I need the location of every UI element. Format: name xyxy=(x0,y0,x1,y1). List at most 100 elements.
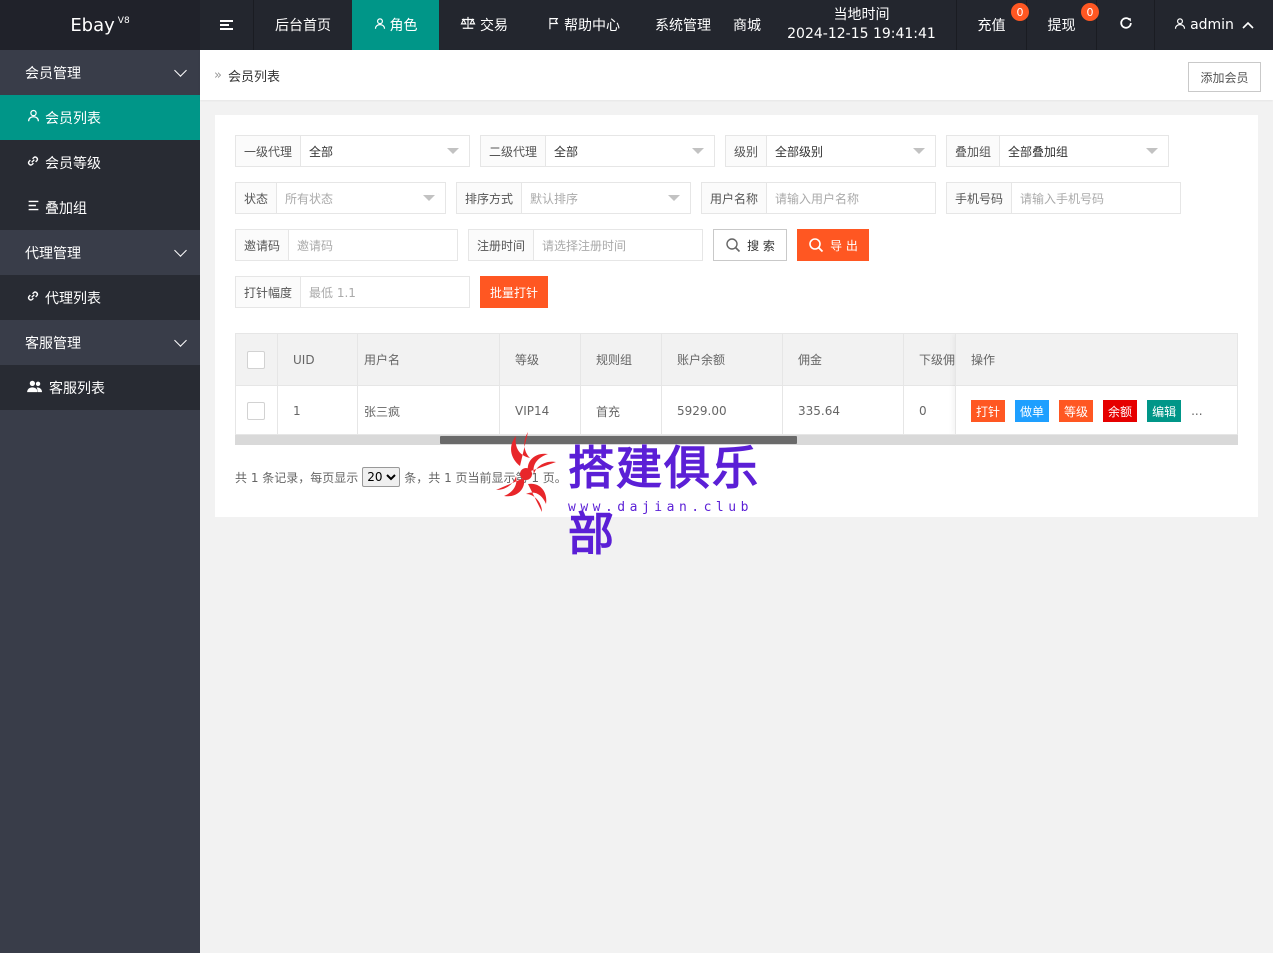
nav-roles[interactable]: 角色 xyxy=(352,0,439,50)
user-menu[interactable]: admin xyxy=(1155,0,1273,50)
column-header-uid: UID xyxy=(278,334,358,385)
cell-commission: 335.64 xyxy=(783,386,904,434)
chevron-down-icon xyxy=(174,63,187,77)
level-action-button[interactable]: 等级 xyxy=(1059,400,1094,422)
menu-toggle-icon xyxy=(220,18,233,32)
refresh-button[interactable] xyxy=(1097,0,1155,50)
agent2-select[interactable]: 二级代理 全部 xyxy=(480,135,715,167)
row-checkbox[interactable] xyxy=(247,402,265,420)
status-placeholder: 所有状态 xyxy=(285,191,334,206)
sort-select[interactable]: 排序方式 默认排序 xyxy=(456,182,691,214)
status-select[interactable]: 状态 所有状态 xyxy=(235,182,446,214)
link-icon xyxy=(25,289,41,307)
nav-trade[interactable]: 交易 xyxy=(439,0,529,50)
username-field[interactable]: 用户名称 请输入用户名称 xyxy=(701,182,936,214)
column-header-level: 等级 xyxy=(500,334,581,385)
clock-label: 当地时间 xyxy=(833,7,890,23)
recharge-button[interactable]: 充值 0 xyxy=(957,0,1029,50)
punch-range-input[interactable]: 最低 1.1 xyxy=(301,277,469,307)
chevron-down-icon xyxy=(174,243,187,257)
table-horizontal-scrollbar[interactable] xyxy=(235,435,1238,445)
chevron-down-icon xyxy=(174,333,187,347)
agent1-label: 一级代理 xyxy=(236,136,302,166)
batch-punch-button[interactable]: 批量打针 xyxy=(480,276,548,308)
invite-code-field[interactable]: 邀请码 邀请码 xyxy=(235,229,458,261)
agent1-value[interactable]: 全部 xyxy=(301,136,469,166)
balance-action-button[interactable]: 余额 xyxy=(1103,400,1138,422)
refresh-icon xyxy=(1119,16,1133,34)
username-input[interactable]: 请输入用户名称 xyxy=(767,183,935,213)
nav-mall[interactable]: 商城 xyxy=(727,0,767,50)
nav-mall-label: 商城 xyxy=(733,18,761,34)
register-time-field[interactable]: 注册时间 请选择注册时间 xyxy=(468,229,703,261)
level-select[interactable]: 级别 全部级别 xyxy=(725,135,936,167)
agent1-select[interactable]: 一级代理 全部 xyxy=(235,135,470,167)
scrollbar-thumb[interactable] xyxy=(440,436,797,444)
page-size-select[interactable]: 20 xyxy=(362,467,401,487)
nav-system-label: 系统管理 xyxy=(655,18,711,34)
sidebar-group-label: 客服管理 xyxy=(25,335,81,352)
search-button[interactable]: 搜 索 xyxy=(713,229,787,261)
column-header-commission: 佣金 xyxy=(783,334,904,385)
column-header-group: 规则组 xyxy=(581,334,662,385)
flag-icon xyxy=(548,17,560,34)
status-label: 状态 xyxy=(236,183,278,213)
sidebar-item-member-level[interactable]: 会员等级 xyxy=(0,140,200,185)
group-select[interactable]: 叠加组 全部叠加组 xyxy=(946,135,1169,167)
cell-uid: 1 xyxy=(278,386,358,434)
sidebar-group-support[interactable]: 客服管理 xyxy=(0,320,200,365)
sidebar-item-stack-group[interactable]: 叠加组 xyxy=(0,185,200,230)
phone-label: 手机号码 xyxy=(947,183,1013,213)
operations-column: 操作 打针 做单 等级 余额 编辑 ... xyxy=(955,334,1237,434)
app-name: Ebay xyxy=(70,14,115,36)
agent2-value[interactable]: 全部 xyxy=(546,136,714,166)
menu-toggle-button[interactable] xyxy=(200,0,254,50)
app-version: V8 xyxy=(117,16,130,26)
sidebar: Ebay V8 会员管理 会员列表 会员等级 叠加组 代理管理 代理列表 客服管理… xyxy=(0,0,200,953)
punch-range-field[interactable]: 打针幅度 最低 1.1 xyxy=(235,276,470,308)
status-value[interactable]: 所有状态 xyxy=(277,183,445,213)
nav-help[interactable]: 帮助中心 xyxy=(529,0,639,50)
more-actions-button[interactable]: ... xyxy=(1191,404,1202,418)
sidebar-group-agents[interactable]: 代理管理 xyxy=(0,230,200,275)
nav-system[interactable]: 系统管理 xyxy=(639,0,727,50)
group-value[interactable]: 全部叠加组 xyxy=(1000,136,1168,166)
cell-username: 张三疯 xyxy=(358,386,500,434)
withdraw-label: 提现 xyxy=(1047,18,1076,34)
edit-action-button[interactable]: 编辑 xyxy=(1147,400,1182,422)
sidebar-group-members[interactable]: 会员管理 xyxy=(0,50,200,95)
pager-suffix: 条，共 1 页当前显示第 1 页。 xyxy=(404,470,567,485)
sidebar-item-agent-list[interactable]: 代理列表 xyxy=(0,275,200,320)
caret-down-icon xyxy=(447,148,459,154)
level-value-text: 全部级别 xyxy=(775,144,824,159)
add-member-button[interactable]: 添加会员 xyxy=(1188,62,1261,92)
sidebar-group-label: 会员管理 xyxy=(25,65,81,82)
order-action-button[interactable]: 做单 xyxy=(1015,400,1050,422)
phone-input[interactable]: 请输入手机号码 xyxy=(1012,183,1180,213)
phone-field[interactable]: 手机号码 请输入手机号码 xyxy=(946,182,1181,214)
sidebar-item-member-list[interactable]: 会员列表 xyxy=(0,95,200,140)
pagination-info: 共 1 条记录，每页显示 20 条，共 1 页当前显示第 1 页。 xyxy=(235,467,567,487)
level-value[interactable]: 全部级别 xyxy=(767,136,935,166)
app-logo[interactable]: Ebay V8 xyxy=(0,0,200,50)
invite-code-input[interactable]: 邀请码 xyxy=(289,230,457,260)
caret-down-icon xyxy=(913,148,925,154)
punch-action-button[interactable]: 打针 xyxy=(971,400,1006,422)
sort-value[interactable]: 默认排序 xyxy=(522,183,690,213)
nav-home[interactable]: 后台首页 xyxy=(254,0,352,50)
register-time-input[interactable]: 请选择注册时间 xyxy=(534,230,702,260)
caret-down-icon xyxy=(692,148,704,154)
recharge-label: 充值 xyxy=(977,18,1006,34)
sort-label: 排序方式 xyxy=(457,183,523,213)
withdraw-button[interactable]: 提现 0 xyxy=(1027,0,1099,50)
nav-roles-label: 角色 xyxy=(389,18,418,34)
sidebar-item-support-list[interactable]: 客服列表 xyxy=(0,365,200,410)
export-button[interactable]: 导 出 xyxy=(797,229,869,261)
sidebar-group-label: 代理管理 xyxy=(25,245,81,262)
sidebar-item-label: 会员等级 xyxy=(45,155,101,172)
row-actions: 打针 做单 等级 余额 编辑 ... xyxy=(956,386,1237,434)
select-all-checkbox[interactable] xyxy=(247,350,265,369)
top-header: 后台首页 角色 交易 帮助中心 系统管理 商城 当地时间 2024-12-15 … xyxy=(200,0,1273,50)
column-header-actions: 操作 xyxy=(956,334,1237,386)
group-value-text: 全部叠加组 xyxy=(1008,144,1069,159)
